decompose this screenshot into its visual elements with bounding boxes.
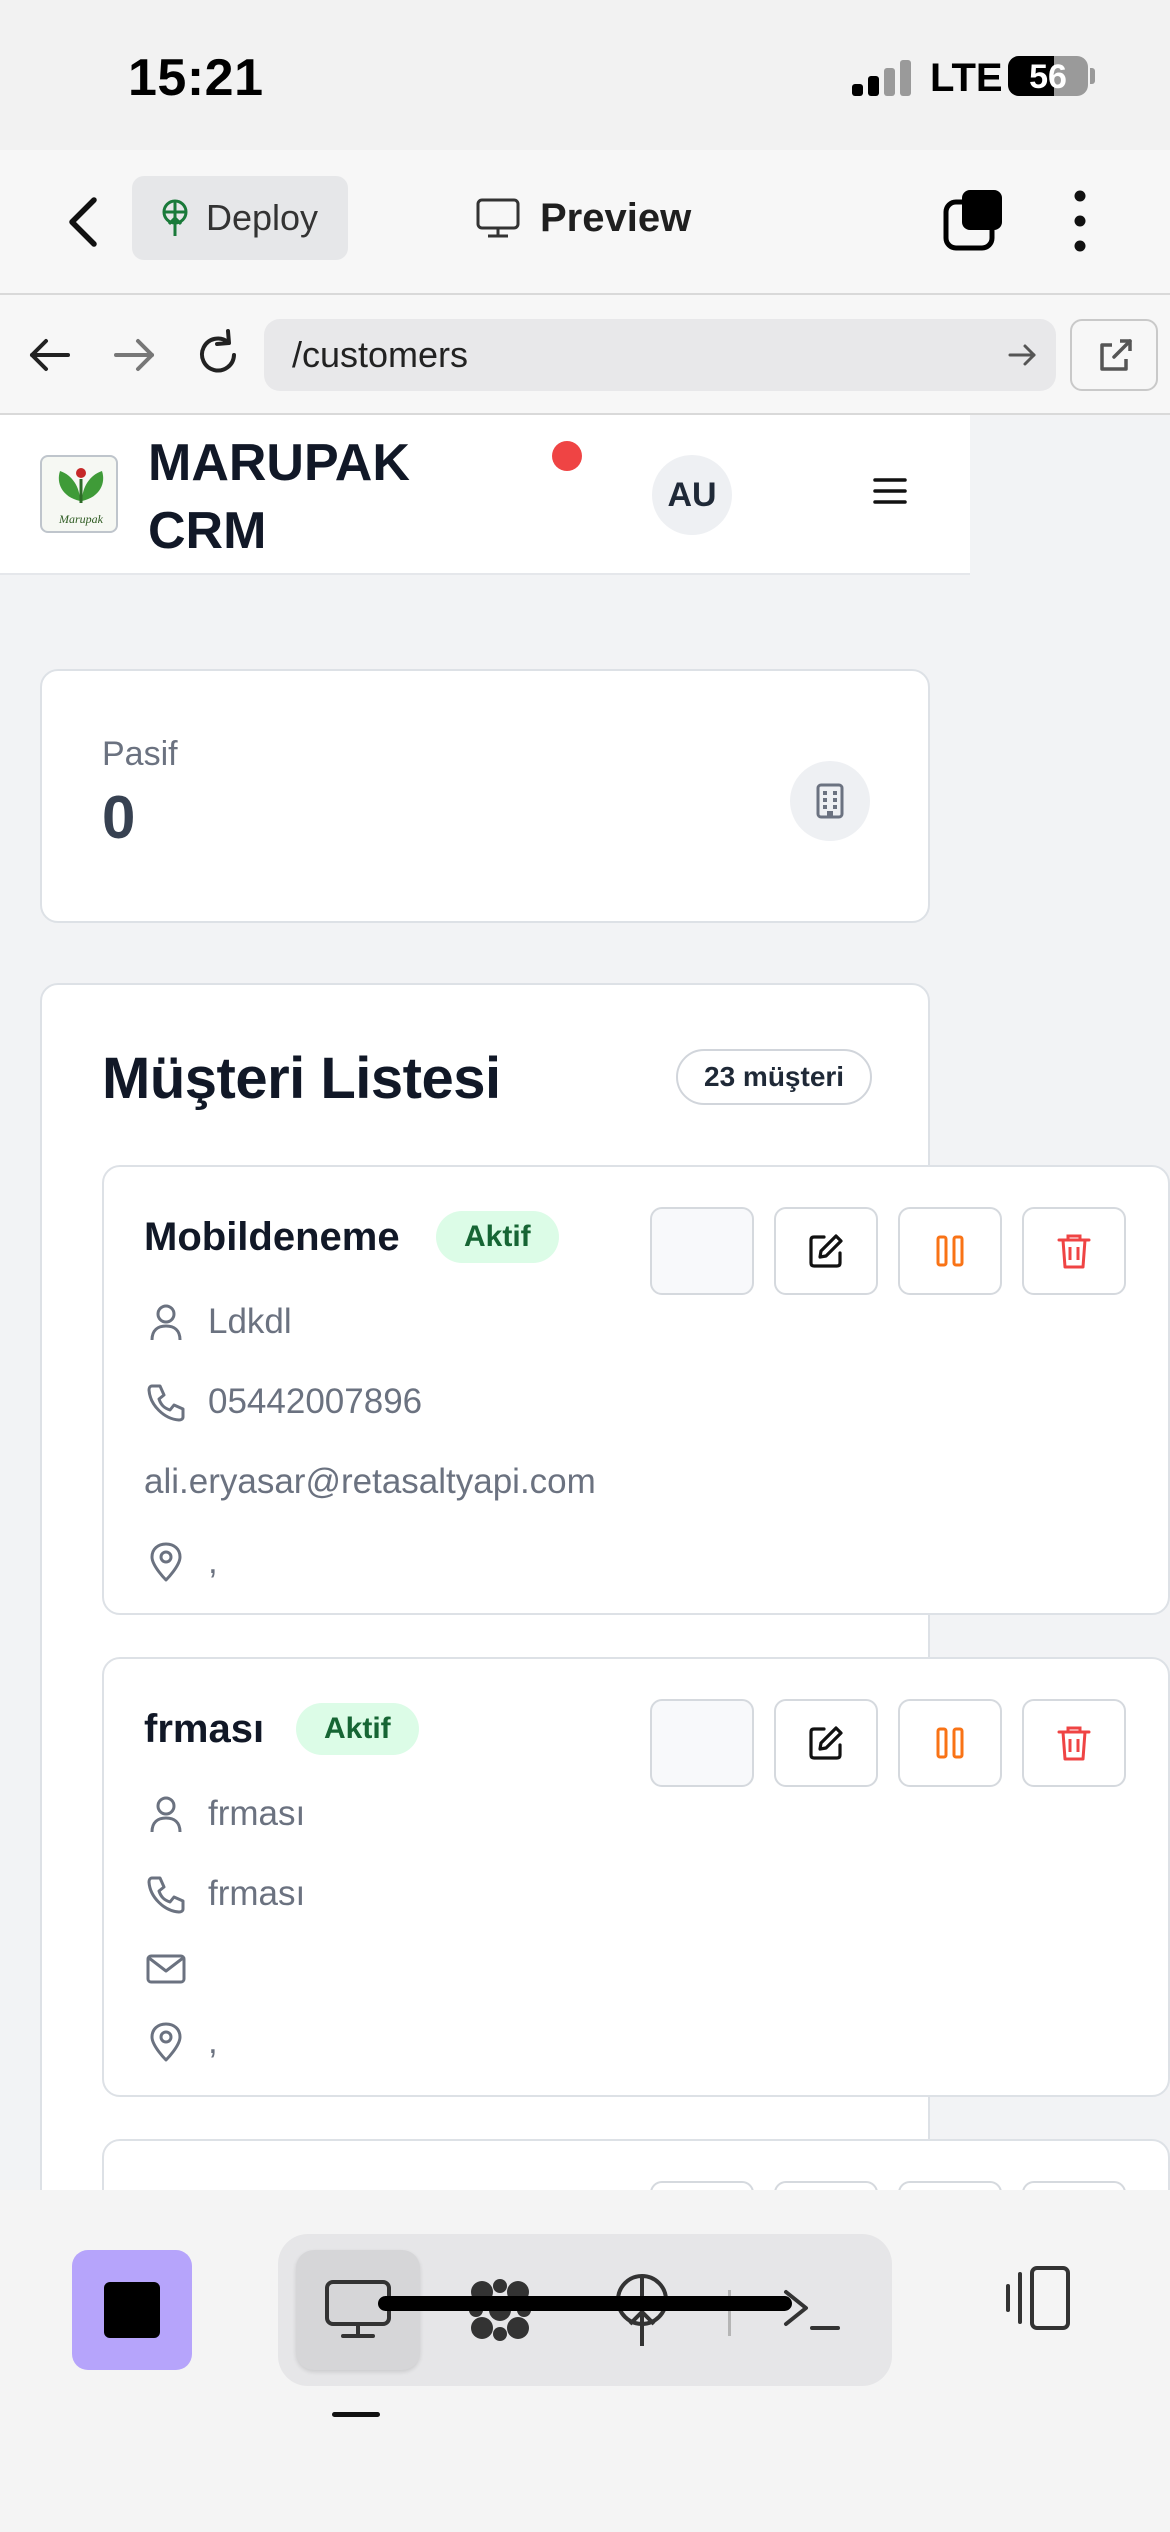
reload-icon[interactable] [188,325,248,385]
pause-button[interactable] [898,1207,1002,1295]
address: , [208,1542,218,1581]
home-indicator [378,2296,792,2311]
contact-person-row: frması [144,1789,305,1839]
address: , [208,2022,218,2061]
tabs-icon[interactable] [942,188,1006,252]
active-tool-indicator [332,2412,380,2417]
customer-name: frması [144,1707,265,1751]
pause-icon [936,1235,964,1267]
building-icon [790,761,870,841]
map-pin-icon [150,2022,182,2062]
deploy-label: Deploy [206,197,319,238]
user-icon [150,1304,182,1341]
network-type: LTE [930,56,1003,100]
edit-button[interactable] [774,2181,878,2190]
contact-person: Ldkdl [208,1302,292,1341]
editor-app-bar: Deploy Preview [0,150,1170,295]
email-address: ali.eryasar@retasaltyapi.com [144,1462,596,1501]
crm-header: Marupak MARUPAK CRM AU [0,415,970,575]
customer-name: Mobildeneme [144,1215,400,1259]
phone-row: 05442007896 [144,1377,422,1427]
phone-row: frması [144,1869,305,1919]
browser-back-icon[interactable] [20,325,80,385]
delete-button[interactable] [1022,1699,1126,1787]
view-button[interactable] [650,2181,754,2190]
notification-dot[interactable] [552,441,582,471]
address-row: , [144,2017,218,2067]
monitor-icon [476,198,520,238]
view-button[interactable] [650,1207,754,1295]
preview-tab[interactable]: Preview [476,188,691,248]
status-time: 15:21 [128,49,264,107]
customer-card[interactable]: Mobildeneme Aktif Ldkdl 05442007896 ali.… [102,1165,1170,1615]
mail-icon [146,1954,186,1984]
marupak-logo: Marupak [40,455,118,533]
pause-icon [936,1727,964,1759]
view-button[interactable] [650,1699,754,1787]
trash-icon [1057,1726,1091,1761]
edit-button[interactable] [774,1207,878,1295]
customer-count-badge: 23 müşteri [676,1049,873,1105]
pause-button[interactable] [898,1699,1002,1787]
preview-label: Preview [540,195,692,240]
contact-person: frması [208,1794,306,1833]
more-vertical-icon[interactable] [1060,188,1100,254]
stat-value: 0 [102,784,136,851]
url-go-arrow-icon[interactable] [1004,337,1040,373]
crm-brand-title: MARUPAK CRM [148,429,448,565]
phone-number: frması [208,1874,306,1913]
battery-level: 56 [1029,58,1067,96]
contact-person-row: Ldkdl [144,1297,292,1347]
panel-toggle-icon[interactable] [996,2256,1080,2340]
crm-brand-line2: CRM [148,502,267,560]
phone-icon [147,1876,185,1914]
customer-list-title: Müşteri Listesi [102,1046,501,1111]
browser-forward-icon[interactable] [104,325,164,385]
url-text: /customers [292,334,469,375]
ios-status-bar: 15:21 LTE 56 [0,0,1170,150]
delete-button[interactable] [1022,1207,1126,1295]
phone-number: 05442007896 [208,1382,423,1421]
edit-icon [809,1726,843,1760]
external-link-icon [1100,339,1132,371]
editor-bottom-toolbar [0,2190,1170,2532]
phone-icon [147,1384,185,1422]
stat-card-pasif: Pasif 0 [40,669,930,923]
browser-bar: /customers [0,295,1170,415]
status-badge: Aktif [436,1211,559,1263]
pause-button[interactable] [898,2181,1002,2190]
hamburger-menu-icon[interactable] [872,473,908,509]
user-icon [150,1796,182,1833]
deploy-antenna-icon [162,199,188,236]
address-row: , [144,1537,218,1587]
signal-strength-icon [852,58,916,96]
logo-text: Marupak [58,512,104,526]
customer-card[interactable]: frması Aktif frması frması , [102,1657,1170,2097]
map-pin-icon [150,1542,182,1582]
crm-brand-line1: MARUPAK [148,434,410,492]
back-chevron-icon[interactable] [60,192,110,252]
user-avatar[interactable]: AU [652,455,732,535]
stop-button[interactable] [72,2250,192,2370]
battery-tip [1090,68,1095,84]
customer-card[interactable] [102,2139,1170,2190]
edit-icon [809,1234,843,1268]
url-field[interactable]: /customers [264,319,1056,391]
status-badge: Aktif [296,1703,419,1755]
stat-label: Pasif [102,735,178,773]
terminal-icon [784,2290,840,2330]
email-row [144,1944,208,1994]
delete-button[interactable] [1022,2181,1126,2190]
battery-icon: 56 [1008,56,1088,96]
web-viewport: Marupak MARUPAK CRM AU Pasif 0 Müşteri L… [0,415,1170,2190]
open-external-button[interactable] [1070,319,1158,391]
edit-button[interactable] [774,1699,878,1787]
stop-icon [104,2282,160,2338]
trash-icon [1057,1234,1091,1269]
deploy-button[interactable]: Deploy [132,176,348,260]
email-row: ali.eryasar@retasaltyapi.com [144,1457,596,1507]
